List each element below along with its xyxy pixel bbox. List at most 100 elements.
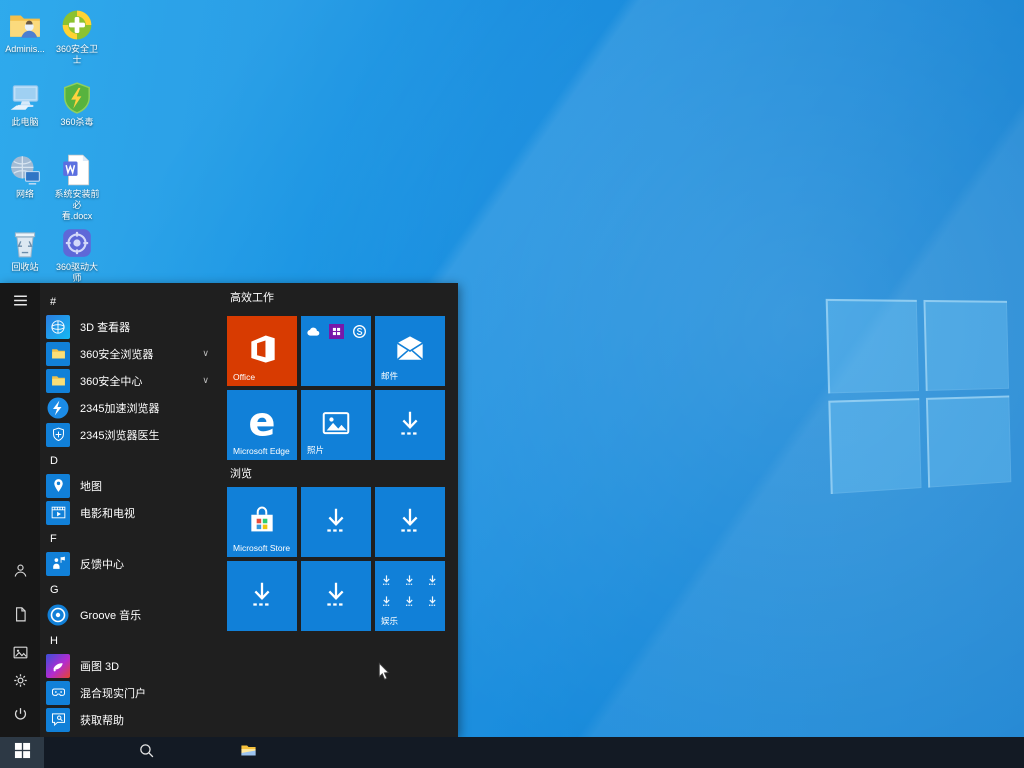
tile-edge[interactable]: eMicrosoft Edge	[227, 390, 297, 460]
user-folder-icon	[8, 8, 42, 42]
desktop-icon-360-driver-master[interactable]: 360驱动大师	[52, 226, 102, 284]
desktop-icon-administrator-folder[interactable]: Adminis...	[0, 8, 50, 55]
folder-icon	[46, 342, 70, 366]
search-button[interactable]	[124, 737, 168, 768]
folder-icon	[46, 369, 70, 393]
app-list-item-2345浏览器医生[interactable]: 2345浏览器医生	[40, 421, 225, 448]
power-icon	[12, 706, 29, 728]
chevron-down-icon[interactable]: ∨	[202, 375, 209, 386]
app-list-item-label: 电影和电视	[80, 505, 135, 521]
app-list-item-label: 360安全浏览器	[80, 346, 153, 362]
tile-grid: Office 邮件 eMicrosoft Edge照片	[227, 316, 445, 460]
download-mini-icon	[403, 594, 417, 612]
paint3d-icon	[46, 654, 70, 678]
tile-pending-2[interactable]	[301, 487, 371, 557]
download-icon	[394, 504, 426, 536]
download-mini-icon	[426, 594, 440, 612]
desktop-icon-label: Adminis...	[0, 44, 50, 55]
taskbar	[0, 737, 1024, 768]
desktop-icon-360-antivirus[interactable]: 360杀毒	[52, 81, 102, 128]
explorer-button[interactable]	[226, 737, 270, 768]
feedback-icon	[46, 552, 70, 576]
app-list-item-label: 混合现实门户	[80, 685, 146, 701]
menu-button[interactable]	[8, 291, 32, 315]
app-list-item-groove-音乐[interactable]: Groove 音乐	[40, 601, 225, 628]
download-icon	[320, 578, 352, 610]
start-menu-app-list: #3D 查看器 360安全浏览器 ∨ 360安全中心 ∨ 2345加速浏览器 2345浏览器…	[40, 283, 225, 737]
windows-logo-icon	[14, 742, 31, 764]
chevron-down-icon[interactable]: ∨	[202, 348, 209, 359]
power-button[interactable]	[8, 705, 32, 729]
word-doc-icon	[60, 153, 94, 187]
shield-av-icon	[60, 81, 94, 115]
tile-entertainment-folder[interactable]: 娱乐	[375, 561, 445, 631]
tile-label: 娱乐	[381, 615, 398, 627]
desktop-icon-this-pc[interactable]: 此电脑	[0, 81, 50, 128]
tile-office[interactable]: Office	[227, 316, 297, 386]
tile-group-title[interactable]: 浏览	[230, 465, 252, 481]
skype-circle-icon	[352, 324, 367, 339]
tile-group-title[interactable]: 高效工作	[230, 289, 274, 305]
mail-icon	[394, 333, 426, 365]
app-list-item-地图[interactable]: 地图	[40, 472, 225, 499]
app-list-item-混合现实门户[interactable]: 混合现实门户	[40, 679, 225, 706]
gethelp-icon	[46, 708, 70, 732]
app-list-item-label: 2345浏览器医生	[80, 427, 159, 443]
app-list-item-label: 画图 3D	[80, 658, 119, 674]
user-button[interactable]	[8, 561, 32, 585]
app-list-section-header[interactable]: G	[40, 577, 225, 601]
app-list-item-360安全浏览器[interactable]: 360安全浏览器 ∨	[40, 340, 225, 367]
store-icon	[246, 504, 278, 536]
settings-button[interactable]	[8, 671, 32, 695]
app-list-item-label: 获取帮助	[80, 712, 124, 728]
onedrive-cloud-icon	[306, 324, 321, 339]
tile-pending-4[interactable]	[227, 561, 297, 631]
tile-mail[interactable]: 邮件	[375, 316, 445, 386]
app-list-section-header[interactable]: #	[40, 289, 225, 313]
app-list-item-获取帮助[interactable]: 获取帮助	[40, 706, 225, 733]
tile-office-hub[interactable]	[301, 316, 371, 386]
desktop-icon-label: 网络	[0, 189, 50, 200]
download-mini-icon	[426, 573, 440, 591]
user-icon	[12, 562, 29, 584]
app-list-section-header[interactable]: F	[40, 526, 225, 550]
tile-folder-preview	[380, 573, 440, 612]
tile-pending-3[interactable]	[375, 487, 445, 557]
tile-label: Microsoft Store	[233, 543, 290, 553]
desktop-icon-label: 系统安装前必 看.docx	[52, 189, 102, 222]
pictures-button[interactable]	[8, 643, 32, 667]
app-list-item-360安全中心[interactable]: 360安全中心 ∨	[40, 367, 225, 394]
tile-store[interactable]: Microsoft Store	[227, 487, 297, 557]
tile-pending-5[interactable]	[301, 561, 371, 631]
download-icon	[394, 407, 426, 439]
photos-icon	[320, 407, 352, 439]
file-explorer-icon	[240, 742, 257, 764]
app-list-item-电影和电视[interactable]: 电影和电视	[40, 499, 225, 526]
tile-label: 邮件	[381, 370, 398, 382]
app-list-item-2345加速浏览器[interactable]: 2345加速浏览器	[40, 394, 225, 421]
documents-button[interactable]	[8, 605, 32, 629]
app-list-item-画图-3d[interactable]: 画图 3D	[40, 652, 225, 679]
desktop-icon-label: 回收站	[0, 262, 50, 273]
driver-master-icon	[60, 226, 94, 260]
app-list-item-反馈中心[interactable]: 反馈中心	[40, 550, 225, 577]
desktop-icon-setup-doc[interactable]: 系统安装前必 看.docx	[52, 153, 102, 222]
start-button[interactable]	[0, 737, 44, 768]
network-icon	[8, 153, 42, 187]
desktop-icon-360-safe-guard[interactable]: 360安全卫士	[52, 8, 102, 66]
computer-icon	[8, 81, 42, 115]
windows-wallpaper-logo-icon	[826, 299, 1012, 494]
screen: Adminis...360安全卫士此电脑360杀毒网络系统安装前必 看.docx…	[0, 0, 1024, 768]
app-list-item-label: 地图	[80, 478, 102, 494]
app-list-item-label: 360安全中心	[80, 373, 142, 389]
app-list-section-header[interactable]: D	[40, 448, 225, 472]
app-list-item-3d-查看器[interactable]: 3D 查看器	[40, 313, 225, 340]
tile-label: Microsoft Edge	[233, 446, 290, 456]
app-list-section-header[interactable]: H	[40, 628, 225, 652]
desktop-icon-network[interactable]: 网络	[0, 153, 50, 200]
tile-pending-1[interactable]	[375, 390, 445, 460]
app-list-item-label: 2345加速浏览器	[80, 400, 159, 416]
desktop-icon-recycle-bin[interactable]: 回收站	[0, 226, 50, 273]
tile-photos[interactable]: 照片	[301, 390, 371, 460]
desktop-icon-label: 360杀毒	[52, 117, 102, 128]
